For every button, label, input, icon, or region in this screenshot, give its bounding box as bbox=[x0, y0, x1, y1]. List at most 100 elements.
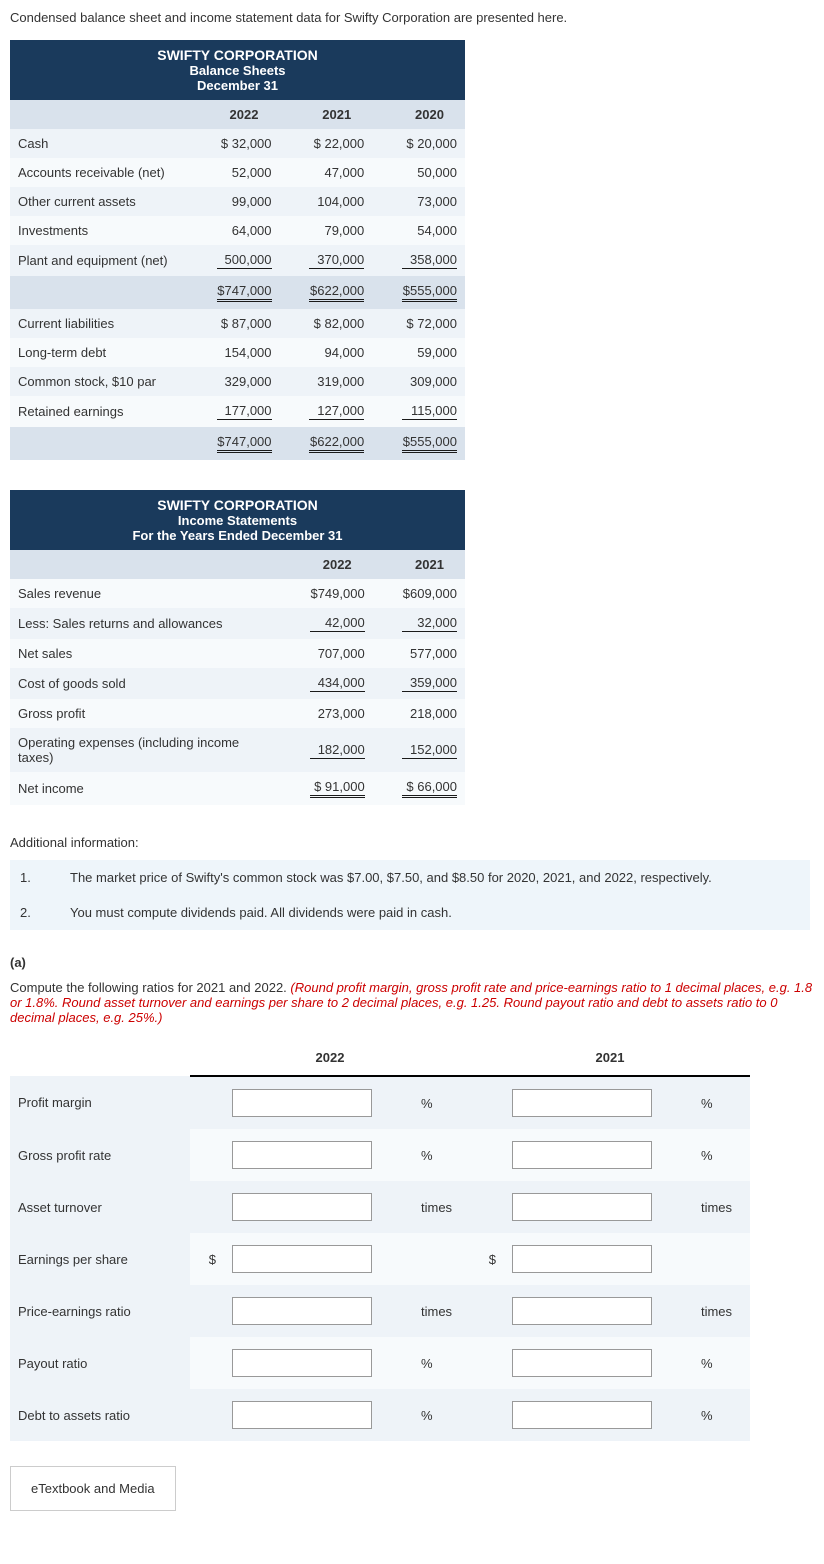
ratio-label: Gross profit rate bbox=[10, 1129, 190, 1181]
row-label: Long-term debt bbox=[10, 338, 187, 367]
is-row-value: 152,000 bbox=[394, 728, 465, 772]
ratio-input-2022[interactable] bbox=[232, 1297, 372, 1325]
additional-info-label: Additional information: bbox=[10, 835, 814, 850]
row-value: $ 87,000 bbox=[209, 309, 280, 338]
ratio-prefix bbox=[470, 1181, 504, 1233]
row-value: 115,000 bbox=[394, 396, 465, 427]
ratio-prefix bbox=[470, 1285, 504, 1337]
bs-yr-2022: 2022 bbox=[209, 100, 280, 129]
bs-tot2-0: $747,000 bbox=[217, 434, 272, 453]
ratio-prefix bbox=[190, 1285, 224, 1337]
bs-sub1: Balance Sheets bbox=[189, 63, 285, 78]
row-value: 52,000 bbox=[209, 158, 280, 187]
is-row-value: 577,000 bbox=[394, 639, 465, 668]
additional-info-table: 1. The market price of Swifty's common s… bbox=[10, 860, 810, 930]
ratio-prefix bbox=[470, 1337, 504, 1389]
ratio-prefix bbox=[190, 1181, 224, 1233]
is-title: SWIFTY CORPORATION bbox=[157, 497, 317, 513]
is-row-label: Less: Sales returns and allowances bbox=[10, 608, 280, 639]
bs-yr-2021: 2021 bbox=[301, 100, 372, 129]
ratio-table: 2022 2021 Profit margin%%Gross profit ra… bbox=[10, 1040, 750, 1441]
ratio-label: Payout ratio bbox=[10, 1337, 190, 1389]
row-label: Retained earnings bbox=[10, 396, 187, 427]
row-label: Plant and equipment (net) bbox=[10, 245, 187, 276]
ratio-input-2021[interactable] bbox=[512, 1141, 652, 1169]
row-value: 154,000 bbox=[209, 338, 280, 367]
row-value: 309,000 bbox=[394, 367, 465, 396]
is-row-value: 273,000 bbox=[302, 699, 373, 728]
info-2-text: You must compute dividends paid. All div… bbox=[60, 895, 810, 930]
row-value: 329,000 bbox=[209, 367, 280, 396]
row-label: Investments bbox=[10, 216, 187, 245]
bs-title: SWIFTY CORPORATION bbox=[157, 47, 317, 63]
instructions: Compute the following ratios for 2021 an… bbox=[10, 980, 814, 1025]
row-value: 99,000 bbox=[209, 187, 280, 216]
bs-tot1-2: $555,000 bbox=[402, 283, 457, 302]
ratio-label: Price-earnings ratio bbox=[10, 1285, 190, 1337]
is-yr-2021: 2021 bbox=[394, 550, 465, 579]
row-label: Cash bbox=[10, 129, 187, 158]
ratio-label: Profit margin bbox=[10, 1076, 190, 1129]
is-row-value: $749,000 bbox=[302, 579, 373, 608]
row-value: $ 82,000 bbox=[301, 309, 372, 338]
ratio-unit: % bbox=[413, 1337, 470, 1389]
part-a-label: (a) bbox=[10, 955, 814, 970]
row-value: 47,000 bbox=[301, 158, 372, 187]
ratio-prefix bbox=[190, 1076, 224, 1129]
ratio-unit: % bbox=[693, 1129, 750, 1181]
is-row-label: Net sales bbox=[10, 639, 280, 668]
is-row-value: 42,000 bbox=[302, 608, 373, 639]
ratio-input-2021[interactable] bbox=[512, 1089, 652, 1117]
ratio-prefix bbox=[470, 1076, 504, 1129]
row-value: 127,000 bbox=[301, 396, 372, 427]
is-row-value: 182,000 bbox=[302, 728, 373, 772]
ratio-input-2022[interactable] bbox=[232, 1193, 372, 1221]
row-value: 104,000 bbox=[301, 187, 372, 216]
is-row-value: 218,000 bbox=[394, 699, 465, 728]
row-value: 370,000 bbox=[301, 245, 372, 276]
info-1-num: 1. bbox=[10, 860, 60, 895]
bs-header: SWIFTY CORPORATION Balance Sheets Decemb… bbox=[10, 40, 465, 100]
bs-sub2: December 31 bbox=[197, 78, 278, 93]
row-label: Current liabilities bbox=[10, 309, 187, 338]
ratio-prefix bbox=[190, 1337, 224, 1389]
row-value: 500,000 bbox=[209, 245, 280, 276]
is-sub1: Income Statements bbox=[178, 513, 297, 528]
ratio-input-2021[interactable] bbox=[512, 1349, 652, 1377]
is-row-value: $ 91,000 bbox=[302, 772, 373, 805]
row-value: 50,000 bbox=[394, 158, 465, 187]
is-row-label: Sales revenue bbox=[10, 579, 280, 608]
ratio-prefix: $ bbox=[190, 1233, 224, 1285]
is-row-value: $609,000 bbox=[394, 579, 465, 608]
ratio-input-2021[interactable] bbox=[512, 1401, 652, 1429]
ratio-input-2022[interactable] bbox=[232, 1401, 372, 1429]
ratio-unit: times bbox=[693, 1285, 750, 1337]
ratio-prefix bbox=[190, 1389, 224, 1441]
is-row-value: 359,000 bbox=[394, 668, 465, 699]
ratio-input-2021[interactable] bbox=[512, 1193, 652, 1221]
ratio-label: Earnings per share bbox=[10, 1233, 190, 1285]
ratio-input-2022[interactable] bbox=[232, 1089, 372, 1117]
ratio-unit bbox=[413, 1233, 470, 1285]
row-value: $ 32,000 bbox=[209, 129, 280, 158]
ratio-input-2022[interactable] bbox=[232, 1245, 372, 1273]
ratio-label: Asset turnover bbox=[10, 1181, 190, 1233]
row-value: 73,000 bbox=[394, 187, 465, 216]
row-value: $ 22,000 bbox=[301, 129, 372, 158]
row-value: 94,000 bbox=[301, 338, 372, 367]
ratio-input-2022[interactable] bbox=[232, 1349, 372, 1377]
row-value: 358,000 bbox=[394, 245, 465, 276]
ratio-prefix bbox=[470, 1129, 504, 1181]
row-label: Accounts receivable (net) bbox=[10, 158, 187, 187]
bs-tot1-0: $747,000 bbox=[217, 283, 272, 302]
row-value: 177,000 bbox=[209, 396, 280, 427]
ratio-unit: % bbox=[413, 1129, 470, 1181]
etextbook-button[interactable]: eTextbook and Media bbox=[10, 1466, 176, 1511]
ratio-input-2022[interactable] bbox=[232, 1141, 372, 1169]
bs-tot2-2: $555,000 bbox=[402, 434, 457, 453]
ratio-input-2021[interactable] bbox=[512, 1297, 652, 1325]
ratio-unit bbox=[693, 1233, 750, 1285]
ratio-input-2021[interactable] bbox=[512, 1245, 652, 1273]
is-row-value: 707,000 bbox=[302, 639, 373, 668]
balance-sheet-table: SWIFTY CORPORATION Balance Sheets Decemb… bbox=[10, 40, 465, 460]
